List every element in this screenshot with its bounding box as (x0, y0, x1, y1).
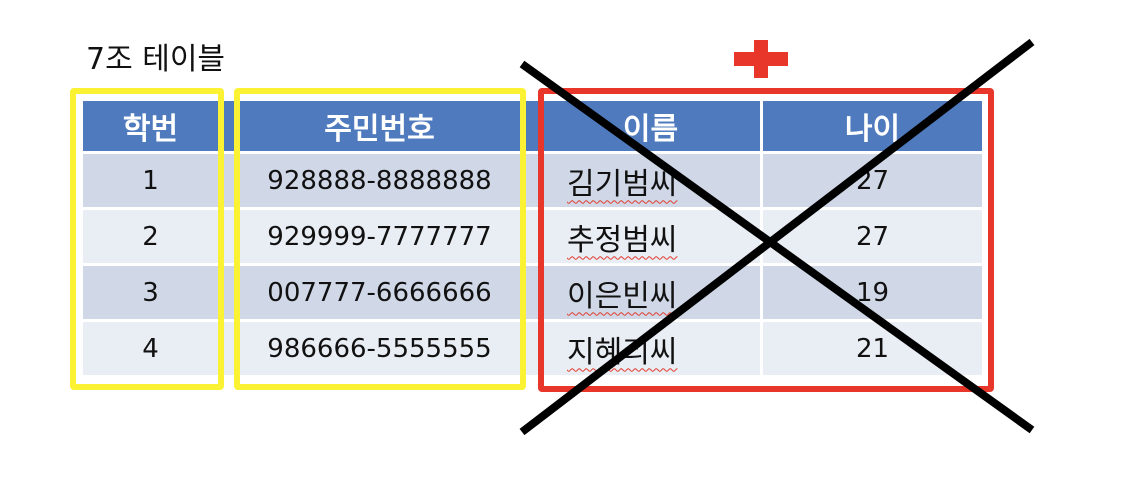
red-highlight-name-age (538, 88, 994, 392)
table-title: 7조 테이블 (86, 42, 226, 77)
plus-icon (734, 40, 788, 78)
yellow-highlight-student-id (70, 88, 224, 390)
yellow-highlight-resident-number (234, 88, 526, 390)
